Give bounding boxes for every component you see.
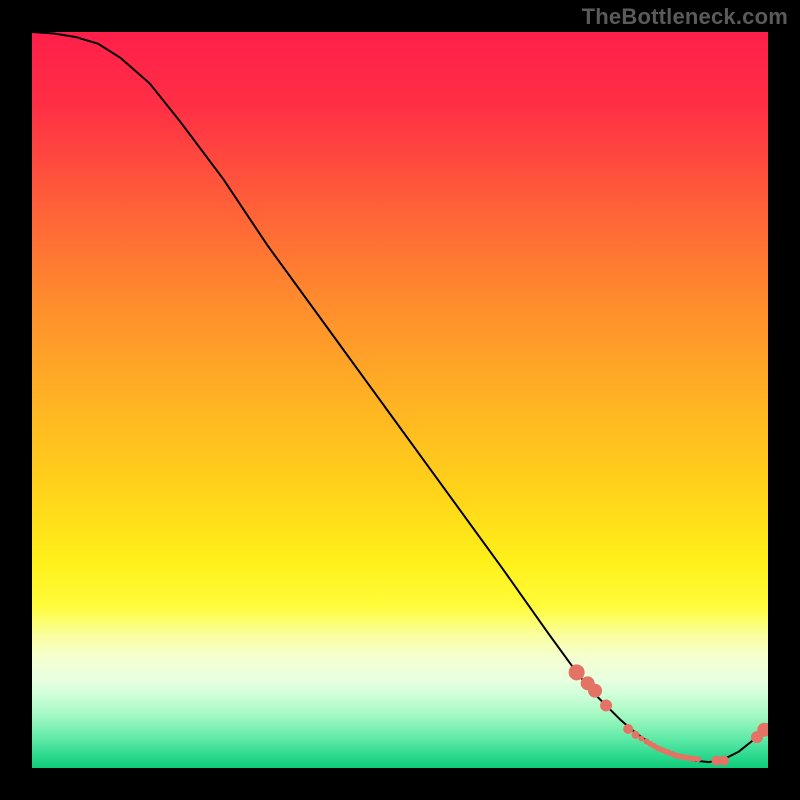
plot-background (32, 32, 768, 768)
plot-panel (32, 32, 768, 768)
data-marker (632, 731, 640, 739)
data-marker (623, 724, 633, 734)
plot-svg (32, 32, 768, 768)
data-marker (588, 684, 602, 698)
data-marker (600, 699, 612, 711)
data-marker (569, 664, 585, 680)
chart-stage: TheBottleneck.com (0, 0, 800, 800)
data-marker (695, 756, 701, 762)
data-marker (638, 736, 644, 742)
data-marker (719, 756, 729, 766)
watermark-text: TheBottleneck.com (582, 4, 788, 30)
